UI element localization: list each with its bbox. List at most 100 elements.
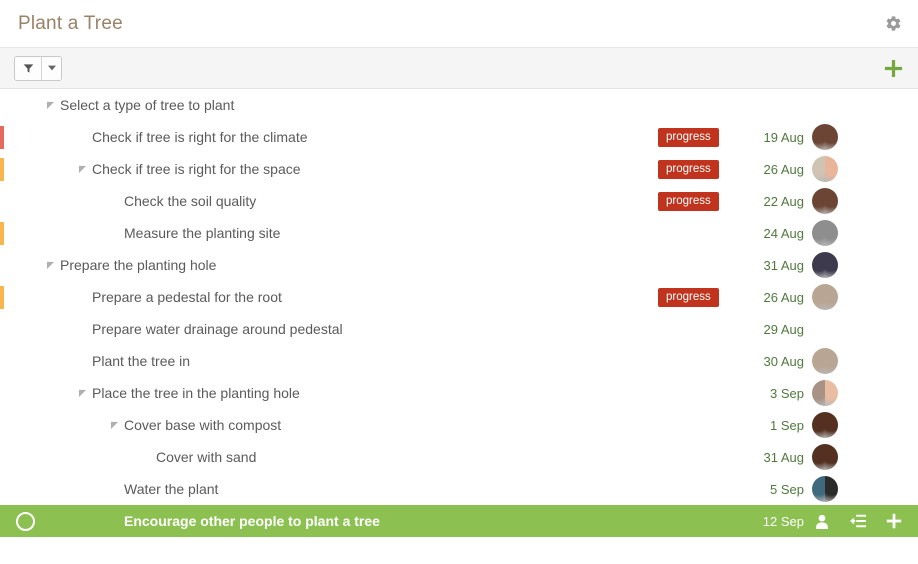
avatar-face xyxy=(812,220,825,246)
task-list: Select a type of tree to plant Check if t… xyxy=(0,89,918,537)
priority-bar-high xyxy=(0,126,4,149)
task-name: Check the soil quality xyxy=(124,193,257,209)
avatar-face xyxy=(812,124,825,150)
avatar-face xyxy=(825,380,838,406)
avatar-face xyxy=(812,252,825,278)
task-due-date[interactable]: 29 Aug xyxy=(750,323,805,336)
collapse-triangle-icon[interactable] xyxy=(44,259,56,271)
avatar-face xyxy=(812,348,825,374)
avatar-face xyxy=(825,220,838,246)
avatar-face xyxy=(812,188,825,214)
task-due-date[interactable]: 12 Sep xyxy=(750,515,804,528)
status-badge[interactable]: progress xyxy=(658,287,719,307)
status-badge[interactable]: progress xyxy=(658,191,719,211)
avatar[interactable] xyxy=(812,348,838,374)
subtask-icon[interactable] xyxy=(848,511,868,531)
task-due-date[interactable]: 31 Aug xyxy=(750,451,805,464)
task-due-date[interactable]: 24 Aug xyxy=(750,227,805,240)
task-name: Cover with sand xyxy=(156,449,257,465)
add-icon[interactable] xyxy=(884,511,904,531)
task-row[interactable]: Measure the planting site 24 Aug xyxy=(0,217,918,249)
avatar-face xyxy=(825,156,838,182)
avatar[interactable] xyxy=(812,380,838,406)
avatar-face xyxy=(812,476,825,502)
task-due-date[interactable]: 1 Sep xyxy=(750,419,804,432)
task-row-selected[interactable]: Encourage other people to plant a tree 12… xyxy=(0,505,918,537)
task-due-date[interactable]: 26 Aug xyxy=(750,163,805,176)
avatar[interactable] xyxy=(812,124,838,150)
avatar[interactable] xyxy=(812,188,838,214)
task-due-date[interactable]: 3 Sep xyxy=(750,387,804,400)
avatar[interactable] xyxy=(812,412,838,438)
task-row[interactable]: Cover base with compost 1 Sep xyxy=(0,409,918,441)
task-due-date[interactable]: 5 Sep xyxy=(750,483,804,496)
task-due-date[interactable]: 30 Aug xyxy=(750,355,805,368)
task-complete-toggle-icon[interactable] xyxy=(16,511,35,531)
task-name: Prepare the planting hole xyxy=(60,257,217,273)
priority-bar-medium xyxy=(0,222,4,245)
task-row[interactable]: Prepare a pedestal for the root progress 2… xyxy=(0,281,918,313)
task-row[interactable]: Cover with sand 31 Aug xyxy=(0,441,918,473)
avatar-face xyxy=(812,380,825,406)
plus-icon[interactable] xyxy=(880,55,906,81)
task-row[interactable]: Prepare the planting hole 31 Aug xyxy=(0,249,918,281)
avatar[interactable] xyxy=(812,444,838,470)
avatar-face xyxy=(825,348,838,374)
avatar-face xyxy=(812,412,825,438)
task-name: Prepare water drainage around pedestal xyxy=(92,321,343,337)
funnel-icon[interactable] xyxy=(15,56,41,80)
app-header: Plant a Tree xyxy=(0,0,918,48)
task-row[interactable]: Plant the tree in 30 Aug xyxy=(0,345,918,377)
avatar-face xyxy=(825,284,838,310)
task-row[interactable]: Check if tree is right for the climate pr… xyxy=(0,121,918,153)
task-manager-app: Plant a Tree Select a type of tree to pl… xyxy=(0,0,918,564)
avatar-face xyxy=(825,444,838,470)
page-title: Plant a Tree xyxy=(18,13,123,34)
task-name: Prepare a pedestal for the root xyxy=(92,289,282,305)
task-row[interactable]: Check the soil quality progress 22 Aug xyxy=(0,185,918,217)
avatar[interactable] xyxy=(812,284,838,310)
task-due-date[interactable]: 31 Aug xyxy=(750,259,805,272)
task-row[interactable]: Select a type of tree to plant xyxy=(0,89,918,121)
collapse-triangle-icon[interactable] xyxy=(44,99,56,111)
avatar-face xyxy=(812,444,825,470)
row-actions xyxy=(812,511,904,531)
priority-bar-medium xyxy=(0,158,4,181)
avatar-face xyxy=(825,124,838,150)
status-badge[interactable]: progress xyxy=(658,127,719,147)
gear-icon[interactable] xyxy=(880,11,906,37)
task-due-date[interactable]: 26 Aug xyxy=(750,291,805,304)
task-name: Water the plant xyxy=(124,481,219,497)
task-name: Check if tree is right for the climate xyxy=(92,129,308,145)
avatar[interactable] xyxy=(812,252,838,278)
assignee-icon[interactable] xyxy=(812,511,832,531)
avatar-face xyxy=(825,476,838,502)
task-due-date[interactable]: 22 Aug xyxy=(750,195,805,208)
avatar[interactable] xyxy=(812,220,838,246)
collapse-triangle-icon[interactable] xyxy=(76,163,88,175)
avatar-face xyxy=(812,156,825,182)
collapse-triangle-icon[interactable] xyxy=(76,387,88,399)
task-row[interactable]: Check if tree is right for the space prog… xyxy=(0,153,918,185)
avatar-face xyxy=(825,412,838,438)
toolbar-actions xyxy=(880,48,906,88)
task-name: Check if tree is right for the space xyxy=(92,161,301,177)
task-due-date[interactable]: 19 Aug xyxy=(750,131,805,144)
priority-bar-medium xyxy=(0,286,4,309)
chevron-down-icon[interactable] xyxy=(41,56,61,80)
task-name: Select a type of tree to plant xyxy=(60,97,235,113)
status-badge[interactable]: progress xyxy=(658,159,719,179)
task-name: Measure the planting site xyxy=(124,225,281,241)
avatar[interactable] xyxy=(812,156,838,182)
toolbar xyxy=(0,48,918,89)
avatar[interactable] xyxy=(812,476,838,502)
collapse-triangle-icon[interactable] xyxy=(108,419,120,431)
task-row[interactable]: Prepare water drainage around pedestal 29… xyxy=(0,313,918,345)
avatar-face xyxy=(825,188,838,214)
task-row[interactable]: Place the tree in the planting hole 3 Sep xyxy=(0,377,918,409)
task-row[interactable]: Water the plant 5 Sep xyxy=(0,473,918,505)
task-name: Cover base with compost xyxy=(124,417,282,433)
task-name: Encourage other people to plant a tree xyxy=(124,513,380,529)
filter-button-group xyxy=(14,55,62,81)
header-actions xyxy=(880,0,906,47)
